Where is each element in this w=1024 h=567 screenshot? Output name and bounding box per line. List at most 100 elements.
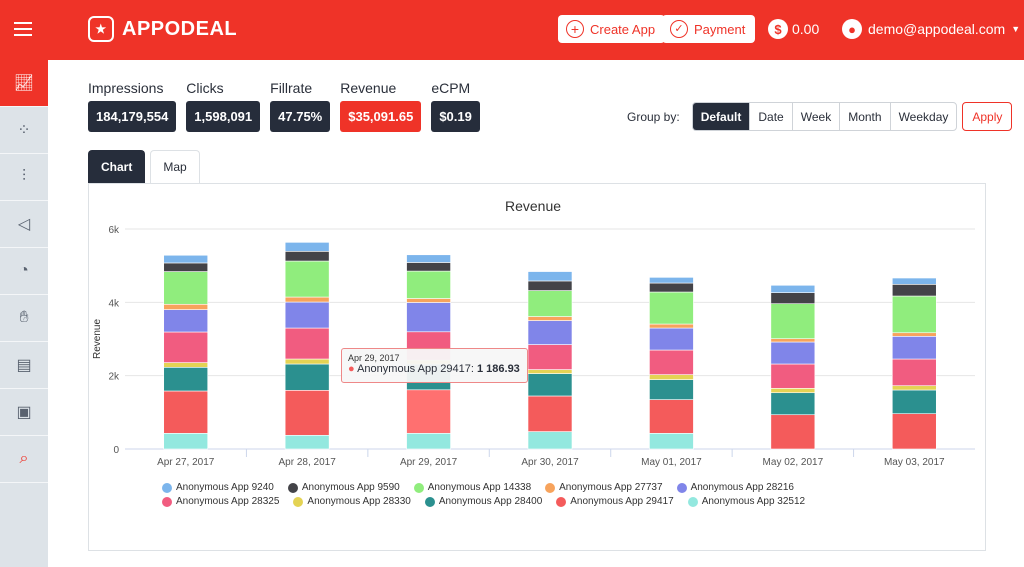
- bar-segment: [406, 433, 451, 450]
- bar-segment: [527, 373, 573, 397]
- bar-segment: [406, 302, 451, 333]
- legend-dot-icon: [287, 482, 298, 493]
- y-tick-label: 4k: [108, 298, 120, 309]
- x-tick-label: Apr 29, 2017: [400, 457, 458, 468]
- legend-label: Anonymous App 28325: [176, 496, 280, 507]
- bar-segment: [649, 282, 694, 293]
- x-tick-label: Apr 28, 2017: [279, 457, 337, 468]
- bar-segment: [284, 251, 330, 262]
- bar-segment: [163, 433, 209, 450]
- bar-segment: [406, 270, 451, 299]
- legend-item[interactable]: Anonymous App 9240: [162, 482, 274, 493]
- legend-label: Anonymous App 28400: [438, 496, 543, 507]
- bar-segment: [527, 280, 573, 291]
- bar-segment: [891, 332, 937, 337]
- bar-segment: [649, 349, 694, 375]
- legend-label: Anonymous App 28330: [307, 496, 411, 507]
- y-axis-label: Revenue: [92, 319, 103, 359]
- legend-dot-icon: [424, 496, 435, 507]
- bar-segment: [163, 362, 209, 368]
- legend-item[interactable]: Anonymous App 28325: [162, 496, 279, 507]
- bar-segment: [770, 392, 816, 416]
- bar-segment: [527, 316, 573, 321]
- x-tick-label: Apr 27, 2017: [157, 457, 215, 468]
- bar-segment: [891, 385, 937, 391]
- bar-segment: [284, 301, 330, 329]
- legend-label: Anonymous App 9590: [301, 482, 400, 493]
- bar-segment: [649, 323, 694, 329]
- legend-label: Anonymous App 9240: [176, 482, 274, 493]
- tooltip-series: Anonymous App 29417: [357, 363, 471, 375]
- legend-item[interactable]: Anonymous App 28216: [676, 482, 794, 493]
- tooltip-value: 1 186.93: [476, 363, 520, 375]
- bar-segment: [527, 290, 573, 317]
- bar-segment: [163, 303, 209, 310]
- bar-segment: [163, 309, 209, 333]
- bar-segment: [406, 389, 451, 434]
- legend-item[interactable]: Anonymous App 28330: [293, 496, 411, 507]
- bar-segment: [891, 413, 937, 450]
- bar-segment: [284, 358, 330, 365]
- bar-segment: [649, 277, 694, 284]
- bar-segment: [527, 271, 573, 282]
- legend-item[interactable]: Anonymous App 32512: [687, 496, 806, 507]
- x-tick-label: May 01, 2017: [641, 457, 702, 468]
- bar-segment: [770, 292, 816, 304]
- bar-segment: [284, 242, 330, 252]
- bar-segment: [770, 303, 816, 340]
- x-tick-label: May 02, 2017: [763, 457, 824, 468]
- chart-legend: Anonymous App 9240 Anonymous App 9590 Anon…: [162, 482, 922, 507]
- x-tick-label: May 03, 2017: [884, 457, 945, 468]
- tooltip-dot-icon: ●: [348, 363, 358, 375]
- bar-segment: [891, 295, 937, 334]
- legend-item[interactable]: Anonymous App 29417: [556, 496, 674, 507]
- legend-item[interactable]: Anonymous App 27737: [545, 482, 663, 493]
- chart-title: Revenue: [505, 198, 561, 214]
- bar-segment: [770, 414, 816, 450]
- legend-dot-icon: [676, 482, 687, 493]
- bar-segment: [163, 271, 209, 305]
- legend-item[interactable]: Anonymous App 9590: [287, 482, 400, 493]
- bar-segment: [891, 277, 937, 285]
- bar-segment: [527, 431, 573, 450]
- bar-segment: [406, 298, 451, 303]
- legend-dot-icon: [162, 482, 172, 493]
- bar-segment: [284, 260, 330, 298]
- legend-dot-icon: [293, 496, 304, 507]
- legend-dot-icon: [162, 496, 172, 507]
- bar-segment: [406, 254, 451, 263]
- bar-segment: [891, 336, 937, 360]
- bar-segment: [649, 291, 694, 325]
- bar-segment: [527, 369, 573, 374]
- bar-segment: [891, 389, 937, 414]
- legend-item[interactable]: Anonymous App 28400: [424, 496, 543, 507]
- legend-label: Anonymous App 32512: [701, 496, 806, 507]
- bar-segment: [649, 399, 694, 434]
- bar-segment: [649, 379, 694, 400]
- bar-segment: [770, 388, 816, 394]
- legend-dot-icon: [413, 482, 424, 493]
- legend-dot-icon: [545, 482, 556, 493]
- legend-label: Anonymous App 28216: [690, 482, 794, 493]
- y-tick-label: 2k: [108, 372, 120, 383]
- bar-segment: [163, 367, 209, 392]
- bar-segment: [163, 331, 209, 363]
- bar-segment: [527, 344, 573, 370]
- bar-segment: [770, 338, 816, 343]
- legend-dot-icon: [687, 496, 698, 507]
- bar-segment: [406, 262, 451, 272]
- bar-segment: [284, 389, 330, 436]
- legend-item[interactable]: Anonymous App 14338: [413, 482, 532, 493]
- bar-segment: [284, 296, 330, 303]
- legend-label: Anonymous App 27737: [559, 482, 663, 493]
- x-tick-label: Apr 30, 2017: [521, 457, 579, 468]
- bar-segment: [891, 284, 937, 297]
- bar-segment: [649, 374, 694, 380]
- bar-segment: [284, 434, 330, 450]
- legend-label: Anonymous App 14338: [427, 482, 532, 493]
- bar-segment: [649, 433, 694, 450]
- bar-segment: [649, 327, 694, 351]
- y-tick-label: 0: [113, 445, 119, 456]
- bar-segment: [163, 390, 209, 434]
- bar-segment: [284, 363, 330, 391]
